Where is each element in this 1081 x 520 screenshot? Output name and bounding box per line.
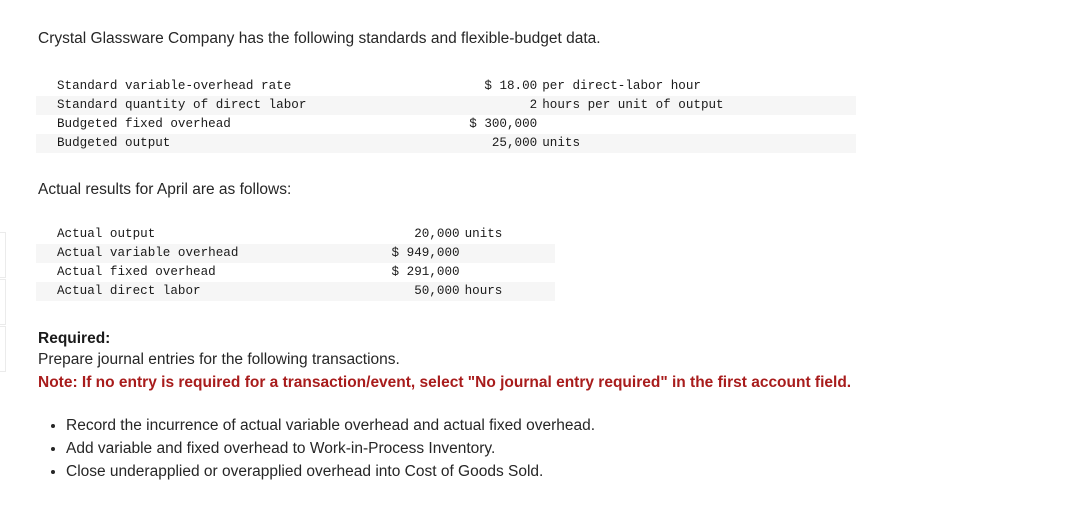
row-unit [460,263,555,282]
row-value: 2 [529,98,538,112]
table-row: Actual output 20,000 units [36,225,555,244]
standards-table: Standard variable-overhead rate $ 18.00 … [36,77,856,153]
actual-results-table: Actual output 20,000 units Actual variab… [36,225,555,301]
actual-results-paragraph: Actual results for April are as follows: [38,181,292,198]
row-unit: units [464,227,503,241]
table-row: Budgeted output 25,000 units [36,134,856,153]
required-heading: Required: [38,330,111,347]
row-unit: units [542,136,581,150]
row-label: Actual output [57,227,156,241]
row-value: $ 300,000 [469,117,538,131]
row-value: 50,000 [414,284,460,298]
row-label: Standard quantity of direct labor [57,98,307,112]
row-label: Actual variable overhead [57,246,239,260]
table-row: Actual direct labor 50,000 hours [36,282,555,301]
list-item: Add variable and fixed overhead to Work-… [66,437,595,460]
row-unit: hours per unit of output [542,98,724,112]
table-row: Actual variable overhead $ 949,000 [36,244,555,263]
table-row: Standard variable-overhead rate $ 18.00 … [36,77,856,96]
required-section: Required: Prepare journal entries for th… [38,328,1058,394]
row-unit [537,115,856,134]
row-value: $ 949,000 [391,246,460,260]
list-item: Record the incurrence of actual variable… [66,414,595,437]
list-item: Close underapplied or overapplied overhe… [66,460,595,483]
row-label: Actual fixed overhead [57,265,216,279]
actual-results-table-body: Actual output 20,000 units Actual variab… [36,225,555,301]
row-value: $ 291,000 [391,265,460,279]
row-value: 20,000 [414,227,460,241]
left-edge-fragment [0,326,6,372]
row-label: Actual direct labor [57,284,201,298]
required-instruction: Prepare journal entries for the followin… [38,351,400,368]
table-row: Budgeted fixed overhead $ 300,000 [36,115,856,134]
row-value: 25,000 [491,136,538,150]
row-value: $ 18.00 [484,79,538,93]
row-label: Budgeted output [57,136,171,150]
row-label: Standard variable-overhead rate [57,79,292,93]
row-unit: per direct-labor hour [542,79,701,93]
task-list: Record the incurrence of actual variable… [40,414,595,483]
row-unit [460,244,555,263]
intro-paragraph: Crystal Glassware Company has the follow… [38,30,601,47]
row-unit: hours [464,284,503,298]
standards-table-body: Standard variable-overhead rate $ 18.00 … [36,77,856,153]
row-label: Budgeted fixed overhead [57,117,231,131]
left-edge-fragment [0,232,6,278]
table-row: Standard quantity of direct labor 2 hour… [36,96,856,115]
left-edge-fragment [0,279,6,325]
required-note: Note: If no entry is required for a tran… [38,374,852,391]
table-row: Actual fixed overhead $ 291,000 [36,263,555,282]
